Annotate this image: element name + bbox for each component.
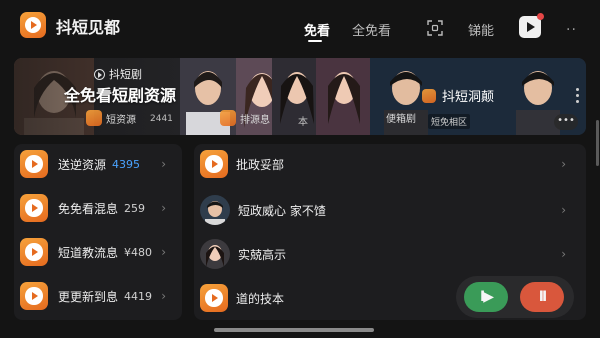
player-icon[interactable] [519, 13, 544, 38]
list-item[interactable]: 送逆资源 4395 › [20, 144, 176, 184]
avatar [200, 239, 230, 269]
home-indicator[interactable] [214, 328, 374, 332]
more-icon[interactable]: ·· [566, 22, 584, 40]
chevron-right-icon: › [561, 203, 566, 217]
app-title: 抖短见都 [56, 18, 121, 37]
banner-headline: 全免看短剧资源 [64, 86, 177, 105]
list-item[interactable]: 批政妥部 › [200, 144, 580, 184]
list-item-count: 4419 [124, 289, 153, 303]
banner-chip-3[interactable]: 便箱剧 [386, 110, 416, 125]
list-item[interactable]: 短道教流息 ¥480 › [20, 232, 176, 272]
scan-icon[interactable] [426, 19, 444, 37]
tab-eco[interactable]: 锑能 [468, 20, 494, 39]
banner-chip-1-num: 2441 [150, 114, 173, 124]
list-item[interactable]: 短政威心 家不馇 › [200, 190, 580, 230]
vertical-more-icon[interactable] [576, 88, 580, 106]
active-tab-indicator [308, 40, 322, 42]
pause-icon: II [538, 289, 548, 305]
chevron-right-icon: › [161, 245, 166, 259]
list-item-count: 4395 [112, 157, 141, 171]
left-list: 送逆资源 4395 › 免免看混息 259 › 短道教流息 ¥480 › 更更新… [14, 144, 182, 320]
avatar [200, 195, 230, 225]
banner-chip-2-num: 本 [298, 117, 308, 128]
app-logo [20, 12, 46, 38]
banner-portrait-4 [272, 58, 322, 135]
list-item-label: 更更新到息 [58, 289, 119, 304]
list-item[interactable]: 免免看混息 259 › [20, 188, 176, 228]
banner-more-button[interactable]: ••• [554, 114, 578, 130]
list-item-label: 送逆资源 [58, 157, 107, 172]
chevron-right-icon: › [561, 247, 566, 261]
banner-chip-1[interactable]: 短资源 [86, 110, 136, 126]
play-icon: I▶ [480, 289, 494, 305]
promo-banner[interactable]: 抖短剧 全免看短剧资源 短资源 2441 排源息 本 便箱剧 短免相区 抖短洞颠… [14, 58, 586, 135]
chevron-right-icon: › [561, 157, 566, 171]
app-logo-small-icon [220, 110, 236, 126]
banner-portrait-5 [316, 58, 372, 135]
list-item-label: 道的技本 [236, 291, 285, 306]
app-logo-icon [200, 150, 228, 178]
banner-brand: 抖短剧 [94, 66, 142, 82]
app-logo-icon [20, 194, 48, 222]
list-item-label: 短道教流息 [58, 245, 119, 260]
pause-button[interactable]: II [520, 282, 564, 312]
play-button[interactable]: I▶ [464, 282, 508, 312]
banner-right-title: 抖短洞颠 [422, 86, 494, 105]
app-logo-icon [20, 150, 48, 178]
app-logo-small-icon [86, 110, 102, 126]
app-logo-icon [200, 284, 228, 312]
tab-free-watch[interactable]: 免看 [304, 20, 330, 39]
chevron-right-icon: › [161, 201, 166, 215]
app-logo-small-icon [422, 88, 436, 103]
list-item-label: 批政妥部 [236, 157, 285, 172]
list-item-count: ¥480 [124, 245, 153, 259]
list-item-label: 短政威心 家不馇 [238, 203, 326, 218]
banner-chip-3-tag: 短免相区 [428, 114, 471, 129]
list-item-label: 实兢高示 [238, 247, 287, 262]
banner-chip-2[interactable]: 排源息 [220, 110, 270, 126]
notification-dot [537, 13, 544, 20]
list-item-count: 259 [124, 201, 146, 215]
list-item-label: 免免看混息 [58, 201, 119, 216]
chevron-right-icon: › [161, 289, 166, 303]
app-logo-icon [20, 282, 48, 310]
scrollbar[interactable] [596, 120, 599, 166]
app-logo-icon [20, 238, 48, 266]
list-item[interactable]: 实兢高示 › [200, 234, 580, 274]
tab-all-free[interactable]: 全免看 [352, 20, 391, 39]
chevron-right-icon: › [161, 157, 166, 171]
play-icon [94, 68, 105, 80]
list-item[interactable]: 更更新到息 4419 › [20, 276, 176, 316]
